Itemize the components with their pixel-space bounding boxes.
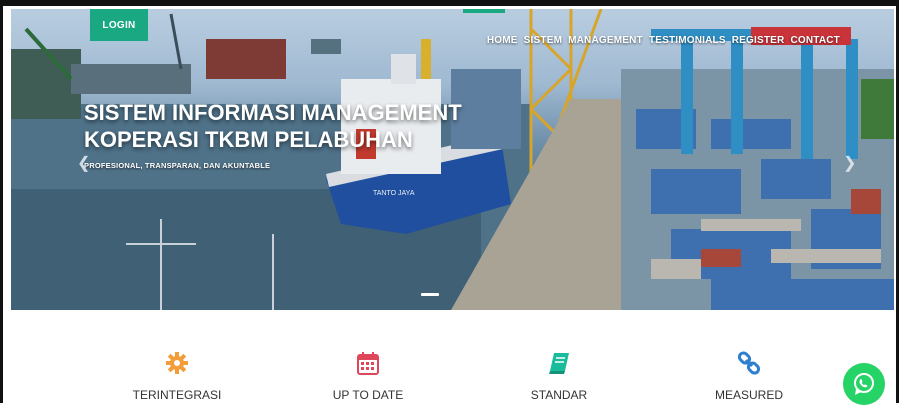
calendar-icon: [357, 352, 379, 375]
nav-home[interactable]: HOME: [487, 35, 518, 46]
feature-label: TERINTEGRASI: [132, 388, 222, 402]
active-nav-indicator: [463, 9, 505, 13]
chevron-right-icon[interactable]: ❯: [843, 153, 856, 173]
hero-slider: TANTO JAYA LOGIN HOME SISTEM MANAGEMENT …: [11, 9, 894, 310]
feature-label: STANDAR: [530, 388, 588, 402]
page-frame: TANTO JAYA LOGIN HOME SISTEM MANAGEMENT …: [0, 0, 899, 403]
main-nav: HOME SISTEM MANAGEMENT TESTIMONIALS REGI…: [487, 35, 840, 46]
whatsapp-button[interactable]: [843, 363, 885, 405]
gear-icon: [166, 352, 188, 374]
ship-name-text: TANTO JAYA: [373, 190, 415, 197]
slider-indicator-dot[interactable]: [421, 293, 439, 296]
chevron-left-icon[interactable]: ❮: [77, 153, 90, 173]
hero-title-line2: KOPERASI TKBM PELABUHAN: [84, 127, 413, 152]
features-section: TERINTEGRASI UP TO DATE STANDAR MEASURED: [11, 310, 894, 403]
nav-management[interactable]: MANAGEMENT: [568, 35, 643, 46]
feature-up-to-date: UP TO DATE: [288, 310, 448, 403]
port-background-image: TANTO JAYA: [11, 9, 894, 310]
hero-title-line1: SISTEM INFORMASI MANAGEMENT: [84, 100, 462, 125]
feature-measured: MEASURED: [669, 310, 829, 403]
book-icon: [549, 353, 569, 374]
hero-subtitle: PROFESIONAL, TRANSPARAN, DAN AKUNTABLE: [84, 161, 271, 170]
feature-standar: STANDAR: [479, 310, 639, 403]
nav-testimonials[interactable]: TESTIMONIALS: [649, 35, 726, 46]
nav-sistem[interactable]: SISTEM: [524, 35, 562, 46]
hero-title: SISTEM INFORMASI MANAGEMENT KOPERASI TKB…: [84, 99, 462, 153]
login-button[interactable]: LOGIN: [90, 9, 148, 41]
nav-register[interactable]: REGISTER: [732, 35, 785, 46]
nav-contact[interactable]: CONTACT: [790, 35, 840, 46]
whatsapp-icon: [854, 373, 874, 395]
link-icon: [737, 351, 761, 375]
feature-terintegrasi: TERINTEGRASI: [97, 310, 257, 403]
feature-label: UP TO DATE: [332, 388, 404, 402]
feature-label: MEASURED: [714, 388, 783, 402]
